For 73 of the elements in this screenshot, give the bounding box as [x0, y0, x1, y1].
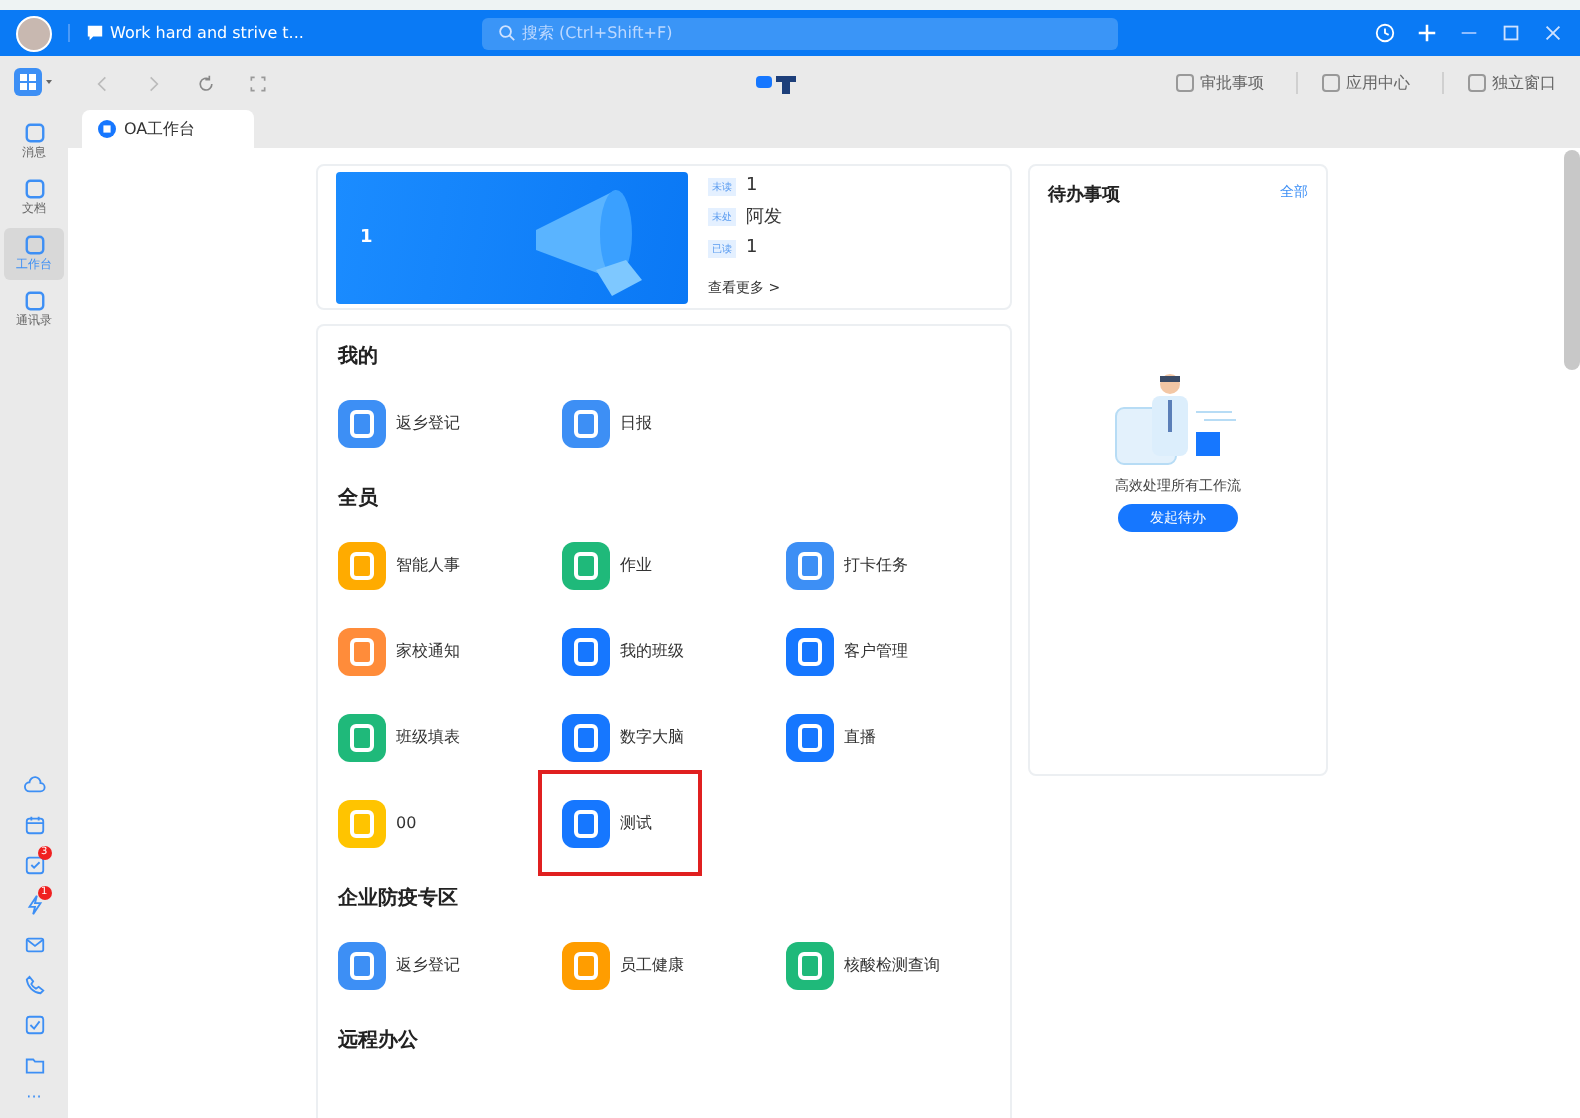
todo-title: 待办事项: [1048, 182, 1120, 208]
section-title: 全员: [338, 485, 380, 512]
app-label[interactable]: 核酸检测查询: [844, 954, 940, 976]
app-label[interactable]: 员工健康: [620, 954, 684, 976]
app-label[interactable]: 00: [396, 814, 417, 832]
app-icon[interactable]: [338, 627, 386, 675]
app-label[interactable]: 作业: [620, 554, 652, 576]
close-icon[interactable]: [1542, 22, 1564, 44]
app-icon[interactable]: [562, 627, 610, 675]
avatar[interactable]: [16, 15, 52, 51]
logo-icon: [756, 71, 796, 95]
calendar-icon[interactable]: [23, 813, 45, 835]
app-label[interactable]: 智能人事: [396, 554, 460, 576]
back-icon[interactable]: [92, 73, 112, 93]
cloud-icon[interactable]: [23, 773, 45, 795]
app-icon[interactable]: [786, 941, 834, 989]
app-icon[interactable]: [338, 941, 386, 989]
notice-text[interactable]: 1: [746, 176, 758, 196]
search-field[interactable]: 搜索 (Ctrl+Shift+F): [482, 17, 1118, 49]
app-icon[interactable]: [562, 541, 610, 589]
app-label[interactable]: 日报: [620, 412, 652, 434]
history-icon[interactable]: [1374, 22, 1396, 44]
app-label[interactable]: 班级填表: [396, 726, 460, 748]
app-label[interactable]: 我的班级: [620, 640, 684, 662]
app-label[interactable]: 数字大脑: [620, 726, 684, 748]
app-icon[interactable]: [786, 713, 834, 761]
chat-bubble-icon: [86, 24, 104, 42]
add-icon[interactable]: [1416, 22, 1438, 44]
lightning-icon[interactable]: [23, 893, 45, 915]
folder-icon[interactable]: [23, 1053, 45, 1075]
toolbar-link[interactable]: 审批事项: [1152, 72, 1264, 94]
app-icon[interactable]: [338, 713, 386, 761]
chat-title[interactable]: Work hard and strive t...: [68, 24, 466, 42]
phone-icon[interactable]: [23, 973, 45, 995]
mail-icon[interactable]: [23, 933, 45, 955]
app-label[interactable]: 直播: [844, 726, 876, 748]
maximize-icon[interactable]: [1500, 22, 1522, 44]
refresh-icon[interactable]: [196, 73, 216, 93]
tab-icon: [98, 120, 116, 138]
app-label[interactable]: 打卡任务: [844, 554, 908, 576]
toolbar-link[interactable]: 独立窗口: [1442, 72, 1556, 94]
checkbox-icon[interactable]: [23, 1013, 45, 1035]
app-icon[interactable]: [562, 941, 610, 989]
app-grid-icon[interactable]: [14, 68, 54, 96]
sidebar-square-icon: [23, 234, 45, 256]
sidebar-square-icon: [23, 178, 45, 200]
sidebar-square-icon: [23, 122, 45, 144]
toolbar-link[interactable]: 应用中心: [1296, 72, 1410, 94]
app-icon[interactable]: [562, 713, 610, 761]
app-label[interactable]: 测试: [620, 812, 652, 834]
section-title: 我的: [338, 343, 380, 370]
scrollbar-thumb[interactable]: [1564, 150, 1580, 370]
app-icon[interactable]: [562, 799, 610, 847]
app-icon[interactable]: [338, 541, 386, 589]
app-icon[interactable]: [786, 541, 834, 589]
section-title: 远程办公: [338, 1027, 420, 1054]
fullscreen-icon[interactable]: [248, 73, 268, 93]
app-label[interactable]: 家校通知: [396, 640, 460, 662]
banner-number: 1: [360, 227, 373, 247]
sidebar-square-icon: [23, 290, 45, 312]
app-label[interactable]: 返乡登记: [396, 954, 460, 976]
checklist-icon[interactable]: [23, 853, 45, 875]
app-label[interactable]: 返乡登记: [396, 412, 460, 434]
tab[interactable]: OA工作台: [82, 110, 254, 148]
notice-text[interactable]: 1: [746, 238, 758, 258]
search-icon: [498, 24, 516, 42]
section-title: 企业防疫专区: [338, 885, 460, 912]
app-icon[interactable]: [562, 399, 610, 447]
app-icon[interactable]: [338, 399, 386, 447]
notice-text[interactable]: 阿发: [746, 204, 782, 230]
forward-icon[interactable]: [144, 73, 164, 93]
app-icon[interactable]: [786, 627, 834, 675]
app-label[interactable]: 客户管理: [844, 640, 908, 662]
